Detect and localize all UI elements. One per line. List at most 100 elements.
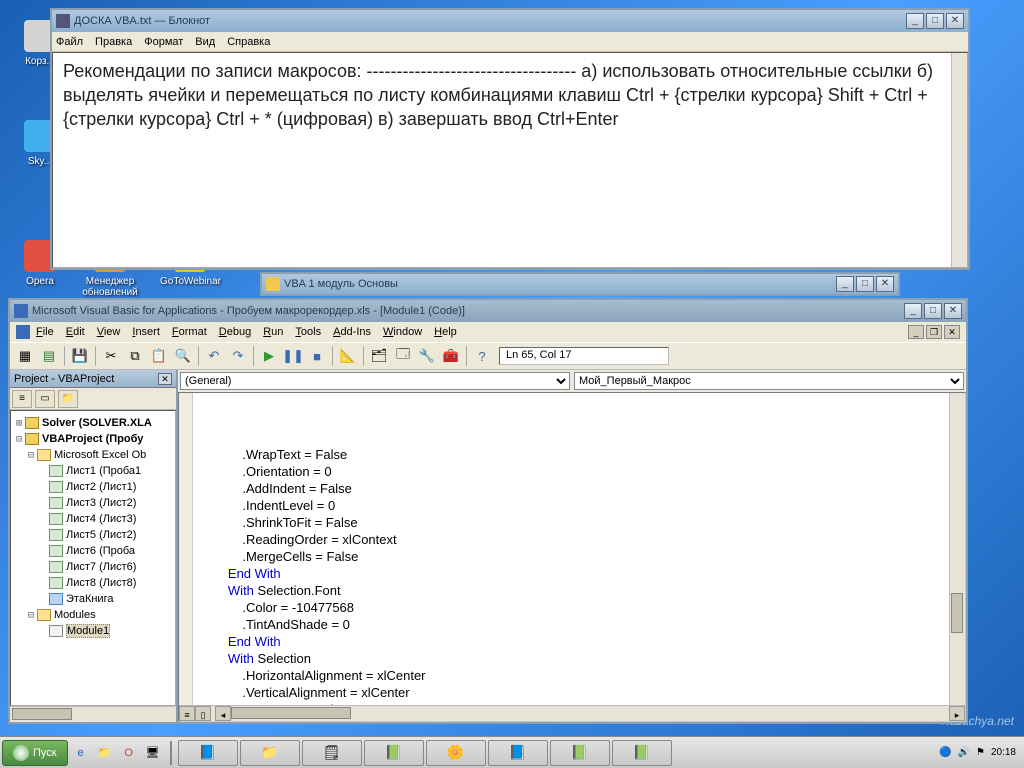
- taskbar-item[interactable]: 📗: [612, 740, 672, 766]
- view-object-button[interactable]: ▭: [35, 390, 55, 408]
- menu-item-edit[interactable]: Edit: [66, 326, 85, 338]
- start-button[interactable]: Пуск: [2, 740, 68, 766]
- tree-node[interactable]: Лист4 (Лист3): [13, 511, 173, 527]
- minimize-button[interactable]: _: [906, 13, 924, 29]
- full-view-button[interactable]: ▯: [195, 706, 211, 721]
- tree-node[interactable]: Лист1 (Проба1: [13, 463, 173, 479]
- vba-titlebar[interactable]: Microsoft Visual Basic for Applications …: [10, 300, 966, 322]
- menu-item[interactable]: Справка: [227, 36, 270, 48]
- taskbar-item[interactable]: 📘: [178, 740, 238, 766]
- menu-item-add-ins[interactable]: Add-Ins: [333, 326, 371, 338]
- insert-button[interactable]: ▤: [38, 345, 60, 367]
- break-button[interactable]: ❚❚: [282, 345, 304, 367]
- menu-item-run[interactable]: Run: [263, 326, 283, 338]
- menu-item[interactable]: Файл: [56, 36, 83, 48]
- menu-item-tools[interactable]: Tools: [295, 326, 321, 338]
- minimize-button[interactable]: _: [836, 276, 854, 292]
- tray-icon[interactable]: 🔊: [958, 747, 970, 758]
- code-scroll-v[interactable]: [949, 393, 965, 705]
- tree-node[interactable]: ⊟Modules: [13, 607, 173, 623]
- project-explorer-button[interactable]: 🗂: [368, 345, 390, 367]
- close-button[interactable]: ✕: [876, 276, 894, 292]
- mdi-close[interactable]: ✕: [944, 325, 960, 339]
- menu-item-help[interactable]: Help: [434, 326, 457, 338]
- tree-node[interactable]: Лист2 (Лист1): [13, 479, 173, 495]
- view-excel-button[interactable]: ▦: [14, 345, 36, 367]
- reset-button[interactable]: ■: [306, 345, 328, 367]
- menu-item-debug[interactable]: Debug: [219, 326, 251, 338]
- tree-node[interactable]: Лист7 (Лист6): [13, 559, 173, 575]
- opera-quicklaunch[interactable]: O: [118, 742, 140, 764]
- tree-node[interactable]: ЭтаКнига: [13, 591, 173, 607]
- taskbar-item[interactable]: 📘: [488, 740, 548, 766]
- object-browser-button[interactable]: 🔧: [416, 345, 438, 367]
- taskbar-item[interactable]: 📗: [550, 740, 610, 766]
- menu-item[interactable]: Вид: [195, 36, 215, 48]
- tree-node[interactable]: Лист6 (Проба: [13, 543, 173, 559]
- toolbox-button[interactable]: 🧰: [440, 345, 462, 367]
- menu-item-view[interactable]: View: [97, 326, 121, 338]
- code-editor[interactable]: .WrapText = False .Orientation = 0 .AddI…: [178, 392, 966, 722]
- explorer-titlebar[interactable]: VBA 1 модуль Основы _ □ ✕: [262, 274, 898, 294]
- notepad-titlebar[interactable]: ДОСКА VBA.txt — Блокнот _ □ ✕: [52, 10, 968, 32]
- run-button[interactable]: ▶: [258, 345, 280, 367]
- tree-node[interactable]: Лист5 (Лист2): [13, 527, 173, 543]
- tray-icon[interactable]: 🔵: [939, 747, 951, 758]
- excel-icon[interactable]: [16, 325, 30, 339]
- minimize-button[interactable]: _: [904, 303, 922, 319]
- copy-button[interactable]: ⧉: [124, 345, 146, 367]
- explorer-quicklaunch[interactable]: 📁: [94, 742, 116, 764]
- taskbar-item[interactable]: 🌼: [426, 740, 486, 766]
- tray-icon[interactable]: ⚑: [976, 747, 985, 758]
- tree-node[interactable]: ⊟VBAProject (Пробу: [13, 431, 173, 447]
- menu-item-window[interactable]: Window: [383, 326, 422, 338]
- maximize-button[interactable]: □: [924, 303, 942, 319]
- taskbar-item[interactable]: 🗒: [302, 740, 362, 766]
- scrollbar-vertical[interactable]: [951, 53, 967, 267]
- mdi-minimize[interactable]: _: [908, 325, 924, 339]
- object-dropdown[interactable]: (General): [180, 372, 570, 390]
- vba-title: Microsoft Visual Basic for Applications …: [32, 305, 902, 317]
- toggle-folders-button[interactable]: 📁: [58, 390, 78, 408]
- menu-item-file[interactable]: File: [36, 326, 54, 338]
- tree-node[interactable]: Лист8 (Лист8): [13, 575, 173, 591]
- panel-scroll-h[interactable]: [10, 706, 176, 722]
- save-button[interactable]: 💾: [69, 345, 91, 367]
- ie-quicklaunch[interactable]: e: [70, 742, 92, 764]
- taskbar-item[interactable]: 📗: [364, 740, 424, 766]
- mdi-restore[interactable]: ❐: [926, 325, 942, 339]
- view-code-button[interactable]: ≡: [12, 390, 32, 408]
- design-mode-button[interactable]: 📐: [337, 345, 359, 367]
- tree-node[interactable]: ⊟Microsoft Excel Ob: [13, 447, 173, 463]
- find-button[interactable]: 🔍: [172, 345, 194, 367]
- menu-item[interactable]: Правка: [95, 36, 132, 48]
- cut-button[interactable]: ✂: [100, 345, 122, 367]
- desktop-quicklaunch[interactable]: 🖥: [142, 742, 164, 764]
- close-button[interactable]: ✕: [944, 303, 962, 319]
- paste-button[interactable]: 📋: [148, 345, 170, 367]
- project-tree[interactable]: ⊞Solver (SOLVER.XLA⊟VBAProject (Пробу⊟Mi…: [10, 410, 176, 706]
- proc-view-button[interactable]: ≡: [179, 706, 195, 721]
- menu-item-insert[interactable]: Insert: [132, 326, 160, 338]
- redo-button[interactable]: ↷: [227, 345, 249, 367]
- system-tray[interactable]: 🔵 🔊 ⚑ 20:18: [939, 747, 1022, 759]
- panel-close-button[interactable]: ✕: [158, 373, 172, 385]
- code-scroll-h[interactable]: ≡ ▯ ◂ ▸: [179, 705, 965, 721]
- scroll-left-button[interactable]: ◂: [215, 706, 231, 721]
- help-button[interactable]: ?: [471, 345, 493, 367]
- maximize-button[interactable]: □: [926, 13, 944, 29]
- close-button[interactable]: ✕: [946, 13, 964, 29]
- menu-item-format[interactable]: Format: [172, 326, 207, 338]
- tree-node[interactable]: Лист3 (Лист2): [13, 495, 173, 511]
- undo-button[interactable]: ↶: [203, 345, 225, 367]
- scroll-right-button[interactable]: ▸: [949, 706, 965, 721]
- tree-node[interactable]: ⊞Solver (SOLVER.XLA: [13, 415, 173, 431]
- notepad-text-area[interactable]: Рекомендации по записи макросов: -------…: [52, 52, 968, 268]
- taskbar-item[interactable]: 📁: [240, 740, 300, 766]
- maximize-button[interactable]: □: [856, 276, 874, 292]
- procedure-dropdown[interactable]: Мой_Первый_Макрос: [574, 372, 964, 390]
- properties-button[interactable]: 🗔: [392, 345, 414, 367]
- tree-node[interactable]: Module1: [13, 623, 173, 639]
- menu-item[interactable]: Формат: [144, 36, 183, 48]
- clock[interactable]: 20:18: [991, 747, 1016, 759]
